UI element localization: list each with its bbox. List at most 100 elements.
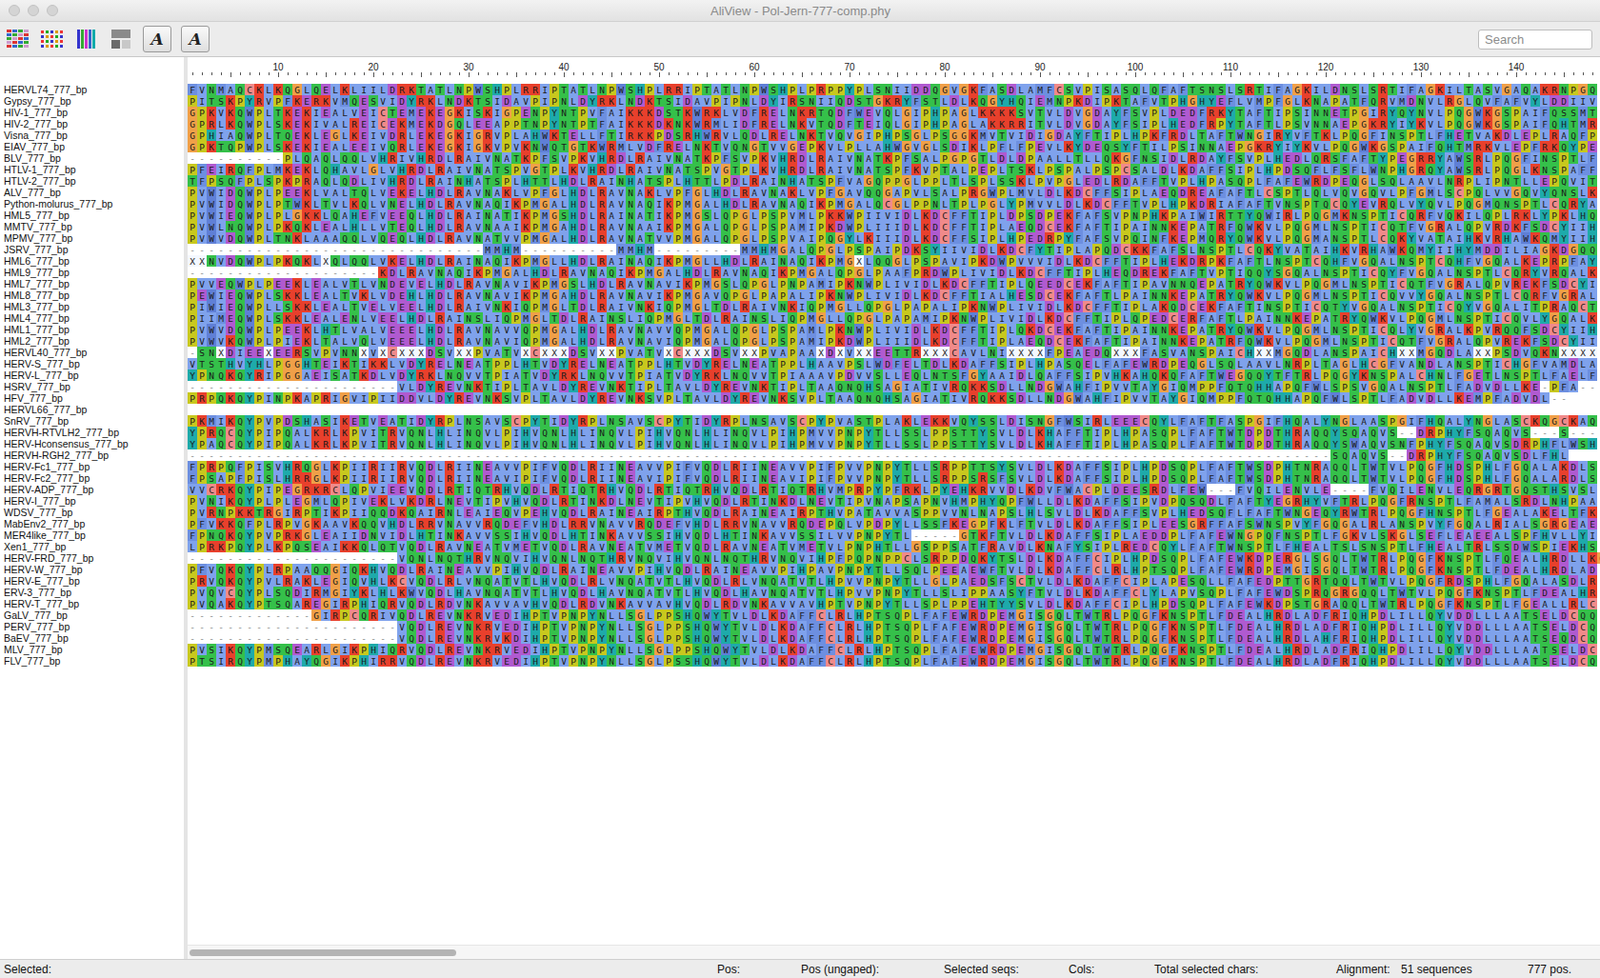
residue[interactable]: Q: [359, 198, 369, 210]
residue[interactable]: K: [282, 175, 293, 187]
residue[interactable]: A: [1225, 186, 1236, 199]
residue[interactable]: K: [1301, 140, 1312, 153]
residue[interactable]: L: [1320, 163, 1331, 176]
residue[interactable]: I: [540, 83, 550, 96]
residue[interactable]: N: [1349, 209, 1360, 221]
sequence-name[interactable]: HML4_777_bp: [0, 312, 184, 324]
residue[interactable]: G: [1244, 140, 1255, 153]
residue[interactable]: T: [1235, 106, 1245, 119]
residue[interactable]: R: [1444, 95, 1455, 107]
residue[interactable]: E: [225, 209, 236, 221]
residue[interactable]: S: [1340, 163, 1350, 176]
residue[interactable]: K: [816, 198, 826, 210]
residue[interactable]: K: [511, 198, 521, 210]
residue[interactable]: S: [1349, 83, 1360, 96]
residue[interactable]: P: [1035, 175, 1045, 187]
residue[interactable]: V: [320, 118, 331, 130]
residue[interactable]: T: [578, 83, 588, 96]
residue[interactable]: D: [1320, 175, 1331, 187]
residue[interactable]: E: [416, 129, 426, 141]
residue[interactable]: C: [1120, 163, 1131, 176]
residue[interactable]: R: [1568, 198, 1579, 210]
residue[interactable]: Q: [330, 209, 340, 221]
residue[interactable]: I: [1187, 209, 1198, 221]
residue[interactable]: T: [435, 83, 445, 96]
residue[interactable]: V: [378, 129, 388, 141]
residue[interactable]: H: [930, 106, 940, 119]
residue[interactable]: S: [1130, 118, 1140, 130]
residue[interactable]: S: [1501, 106, 1512, 119]
residue[interactable]: K: [225, 95, 236, 107]
residue[interactable]: P: [511, 163, 521, 176]
residue[interactable]: R: [425, 152, 436, 164]
residue[interactable]: K: [882, 95, 893, 107]
residue[interactable]: W: [540, 140, 550, 153]
residue[interactable]: K: [911, 163, 921, 176]
residue[interactable]: G: [1463, 106, 1474, 119]
residue[interactable]: K: [206, 106, 217, 119]
residue[interactable]: F: [1178, 83, 1188, 96]
residue[interactable]: P: [1349, 106, 1360, 119]
residue[interactable]: V: [320, 186, 331, 199]
residue[interactable]: A: [1073, 163, 1083, 176]
residue[interactable]: F: [1578, 129, 1588, 141]
residue[interactable]: T: [568, 118, 579, 130]
residue[interactable]: V: [1492, 186, 1502, 199]
residue[interactable]: F: [749, 106, 760, 119]
residue[interactable]: L: [340, 186, 350, 199]
residue[interactable]: S: [1016, 163, 1026, 176]
residue[interactable]: V: [1473, 129, 1483, 141]
residue[interactable]: L: [749, 163, 760, 176]
residue[interactable]: I: [1235, 163, 1245, 176]
residue[interactable]: D: [920, 83, 931, 96]
residue[interactable]: L: [1301, 186, 1312, 199]
residue[interactable]: P: [692, 83, 702, 96]
residue[interactable]: T: [473, 95, 483, 107]
residue[interactable]: P: [1520, 140, 1531, 153]
residue[interactable]: T: [540, 163, 550, 176]
residue[interactable]: L: [1140, 186, 1150, 199]
residue[interactable]: F: [1311, 163, 1321, 176]
residue[interactable]: S: [901, 129, 912, 141]
residue[interactable]: P: [549, 83, 560, 96]
residue[interactable]: Q: [1387, 198, 1398, 210]
residue[interactable]: K: [968, 83, 979, 96]
residue[interactable]: K: [282, 118, 293, 130]
residue[interactable]: R: [1378, 198, 1388, 210]
residue[interactable]: Y: [901, 95, 912, 107]
residue[interactable]: T: [1568, 118, 1579, 130]
residue[interactable]: R: [1473, 140, 1483, 153]
residue[interactable]: L: [1397, 198, 1407, 210]
residue[interactable]: R: [625, 163, 636, 176]
residue[interactable]: D: [1025, 129, 1036, 141]
residue[interactable]: N: [854, 152, 864, 164]
residue[interactable]: P: [1063, 163, 1074, 176]
residue[interactable]: K: [1254, 140, 1264, 153]
residue[interactable]: Q: [349, 152, 360, 164]
residue[interactable]: E: [359, 129, 369, 141]
residue[interactable]: I: [1397, 118, 1407, 130]
residue[interactable]: Q: [1101, 152, 1112, 164]
residue[interactable]: V: [1073, 118, 1083, 130]
residue[interactable]: Q: [1559, 175, 1569, 187]
residue[interactable]: L: [311, 129, 321, 141]
residue[interactable]: P: [920, 198, 931, 210]
residue[interactable]: V: [663, 152, 674, 164]
residue[interactable]: Q: [1349, 175, 1360, 187]
residue[interactable]: Y: [768, 95, 779, 107]
residue[interactable]: P: [997, 186, 1007, 199]
residue[interactable]: S: [1368, 83, 1379, 96]
residue[interactable]: A: [1330, 118, 1340, 130]
residue[interactable]: P: [920, 175, 931, 187]
residue[interactable]: I: [892, 83, 902, 96]
residue[interactable]: A: [511, 95, 521, 107]
residue[interactable]: T: [1159, 175, 1169, 187]
residue[interactable]: K: [406, 83, 417, 96]
residue[interactable]: S: [1501, 118, 1512, 130]
residue[interactable]: K: [1111, 152, 1121, 164]
residue[interactable]: G: [978, 186, 988, 199]
residue[interactable]: P: [749, 83, 760, 96]
residue[interactable]: A: [435, 175, 445, 187]
residue[interactable]: P: [987, 140, 998, 153]
residue[interactable]: P: [520, 198, 531, 210]
